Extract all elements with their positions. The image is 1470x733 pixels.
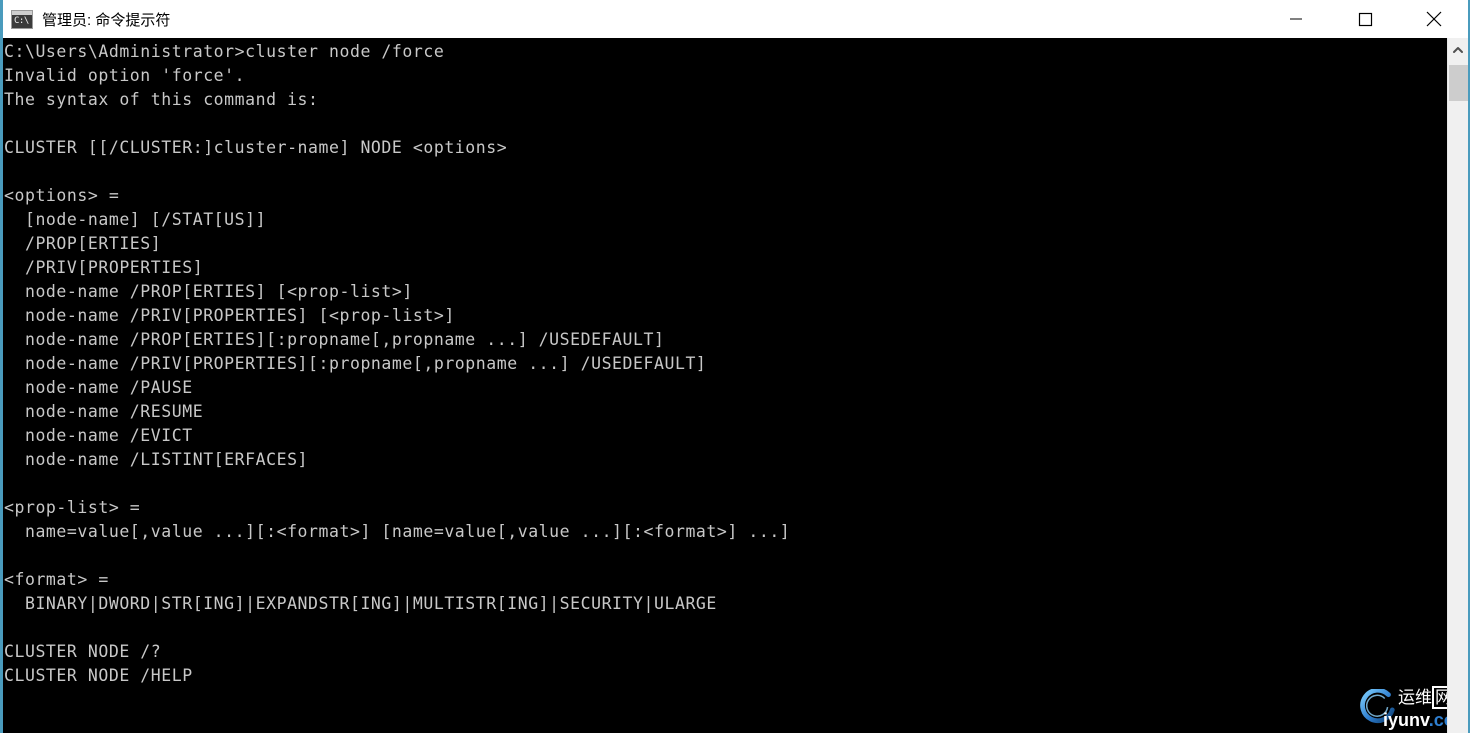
watermark-cn-main: 运维 xyxy=(1398,688,1432,707)
minimize-button[interactable] xyxy=(1261,0,1330,38)
scrollbar-thumb[interactable] xyxy=(1449,65,1468,101)
cmd-window: C:\ 管理员: 命令提示符 C:\Users\Administrator>cl… xyxy=(0,0,1470,733)
window-title: 管理员: 命令提示符 xyxy=(42,11,171,29)
console-text: C:\Users\Administrator>cluster node /for… xyxy=(4,42,791,685)
maximize-icon xyxy=(1358,12,1372,27)
maximize-button[interactable] xyxy=(1330,0,1399,38)
terminal-output-area[interactable]: C:\Users\Administrator>cluster node /for… xyxy=(3,38,1468,733)
close-icon xyxy=(1426,11,1441,27)
chevron-up-icon xyxy=(1453,47,1463,53)
vertical-scrollbar[interactable] xyxy=(1447,38,1468,733)
scrollbar-up-button[interactable] xyxy=(1448,38,1468,62)
minimize-icon xyxy=(1289,18,1302,20)
window-controls xyxy=(1261,0,1468,38)
close-button[interactable] xyxy=(1399,0,1468,38)
title-bar-left: C:\ 管理员: 命令提示符 xyxy=(3,9,1261,30)
cmd-icon[interactable]: C:\ xyxy=(11,9,33,29)
watermark-url-prefix: iyunv xyxy=(1383,710,1429,730)
watermark-ring-icon xyxy=(1360,689,1395,724)
cmd-icon-prompt-glyph: C:\ xyxy=(14,15,29,26)
title-bar[interactable]: C:\ 管理员: 命令提示符 xyxy=(3,0,1468,39)
